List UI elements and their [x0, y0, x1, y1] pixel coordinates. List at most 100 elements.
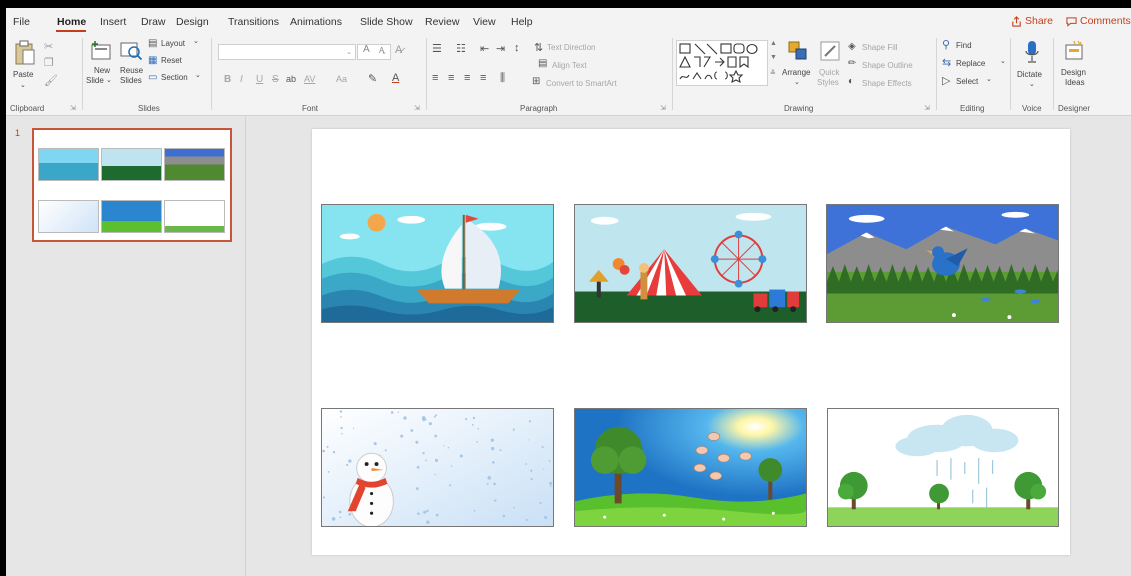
mini-image-rain — [164, 200, 225, 233]
paste-icon — [15, 40, 35, 65]
shrink-font-button[interactable]: A — [379, 46, 384, 55]
bullets-icon[interactable]: ☰ — [432, 42, 442, 55]
tab-help[interactable]: Help — [511, 16, 533, 28]
powerpoint-window: File Home Insert Draw Design Transitions… — [6, 8, 1131, 576]
shape-effects-icon[interactable]: ◐ — [848, 76, 854, 87]
increase-indent-icon[interactable]: ⇥ — [496, 42, 505, 55]
snowflake — [502, 514, 506, 518]
text-direction-icon[interactable]: ⇅ — [534, 41, 543, 54]
font-name-combo[interactable]: ⌄ — [218, 44, 356, 60]
underline-button[interactable]: U — [256, 74, 263, 85]
image-sailboat[interactable] — [321, 204, 554, 323]
shapes-scroll-down-icon[interactable]: ▼ — [770, 54, 777, 61]
clear-formatting-icon[interactable]: A̷ — [395, 44, 402, 56]
shapes-more-icon[interactable]: ≚ — [770, 69, 776, 77]
menu-bar: File Home Insert Draw Design Transitions… — [6, 8, 1131, 34]
columns-icon[interactable]: ⫼ — [500, 72, 505, 85]
tab-insert[interactable]: Insert — [100, 16, 126, 28]
grow-font-button[interactable]: A — [363, 44, 370, 55]
image-meadow[interactable] — [574, 408, 807, 527]
bold-button[interactable]: B — [224, 74, 231, 85]
reuse-slides-button[interactable]: Reuse Slides — [117, 40, 147, 96]
drawing-launcher-icon[interactable]: ⇲ — [924, 104, 930, 112]
decrease-indent-icon[interactable]: ⇤ — [480, 42, 489, 55]
paragraph-group-label: Paragraph — [520, 104, 558, 113]
line-spacing-icon[interactable]: ↕ — [514, 42, 520, 54]
snowflake — [530, 478, 533, 481]
tab-transitions[interactable]: Transitions — [228, 16, 279, 28]
format-painter-icon[interactable]: 🖌 — [44, 74, 58, 87]
align-right-icon[interactable]: ≡ — [464, 72, 470, 84]
shadow-icon[interactable]: ab — [286, 74, 296, 84]
layout-label: Layout — [161, 39, 186, 48]
slide-thumbnail-1[interactable] — [32, 128, 232, 242]
cut-icon[interactable]: ✂ — [44, 40, 53, 53]
shape-fill-icon[interactable]: ◈ — [848, 41, 856, 52]
snowflake — [340, 416, 342, 418]
ribbon-home: Paste ⌄ ✂ ❐ 🖌 Clipboard ⇲ New Slide ⌄ Re… — [6, 34, 1131, 116]
text-direction-label[interactable]: Text Direction — [547, 43, 595, 52]
snowflake — [492, 461, 495, 464]
font-color-icon[interactable]: A — [392, 72, 399, 84]
smartart-icon[interactable]: ⊞ — [532, 76, 540, 87]
new-slide-button[interactable]: New Slide ⌄ — [86, 40, 116, 96]
snowflake — [384, 449, 387, 452]
shape-outline-icon[interactable]: ✏ — [848, 58, 856, 69]
char-spacing-button[interactable]: AV — [304, 74, 315, 84]
align-text-label[interactable]: Align Text — [552, 61, 587, 70]
clipboard-group-label: Clipboard — [10, 104, 45, 113]
snowflake — [428, 422, 432, 426]
slide-canvas[interactable] — [312, 129, 1070, 555]
align-text-icon[interactable]: ▤ — [538, 58, 547, 69]
design-ideas-label-1: Design — [1061, 68, 1086, 77]
image-rain[interactable] — [827, 408, 1059, 527]
dictate-chevron-icon: ⌄ — [1029, 81, 1035, 88]
change-case-button[interactable]: Aa — [336, 74, 347, 84]
new-slide-label-2: Slide — [86, 76, 104, 85]
tab-draw[interactable]: Draw — [141, 16, 166, 28]
snowflake — [476, 441, 478, 443]
tab-file[interactable]: File — [13, 16, 30, 28]
comments-button[interactable]: Comments — [1066, 12, 1131, 30]
numbering-icon[interactable]: ☷ — [456, 42, 466, 55]
design-ideas-button[interactable]: Design Ideas — [1057, 40, 1093, 96]
shape-outline-label[interactable]: Shape Outline — [862, 61, 913, 70]
tab-design[interactable]: Design — [176, 16, 209, 28]
clipboard-launcher-icon[interactable]: ⇲ — [70, 104, 76, 112]
justify-icon[interactable]: ≡ — [480, 72, 486, 84]
tab-view[interactable]: View — [473, 16, 496, 28]
meadow-illustration — [575, 409, 806, 526]
paragraph-launcher-icon[interactable]: ⇲ — [660, 104, 666, 112]
arrange-chevron-icon: ⌄ — [794, 79, 800, 86]
snowflake — [339, 516, 342, 519]
highlight-icon[interactable]: ✎ — [368, 72, 377, 85]
convert-smartart-label[interactable]: Convert to SmartArt — [546, 79, 617, 88]
image-carnival[interactable] — [574, 204, 807, 323]
snowflake — [426, 520, 430, 524]
arrange-button[interactable]: Arrange ⌄ — [780, 40, 816, 96]
align-center-icon[interactable]: ≡ — [448, 72, 454, 84]
snowflake — [346, 463, 349, 467]
align-left-icon[interactable]: ≡ — [432, 72, 438, 84]
shapes-scroll-up-icon[interactable]: ▲ — [770, 40, 777, 47]
paste-button[interactable]: Paste ⌄ — [12, 40, 38, 96]
quick-styles-button[interactable]: Quick Styles — [816, 40, 846, 96]
shapes-gallery[interactable] — [676, 40, 768, 86]
tab-review[interactable]: Review — [425, 16, 459, 28]
tab-home[interactable]: Home — [57, 16, 86, 28]
italic-button[interactable]: I — [240, 74, 243, 85]
image-snowman[interactable] — [321, 408, 554, 527]
dictate-button[interactable]: Dictate ⌄ — [1014, 40, 1050, 96]
shape-fill-label[interactable]: Shape Fill — [862, 43, 898, 52]
tab-animations[interactable]: Animations — [290, 16, 342, 28]
tab-slide-show[interactable]: Slide Show — [360, 16, 413, 28]
shape-effects-label[interactable]: Shape Effects — [862, 79, 912, 88]
copy-icon[interactable]: ❐ — [44, 56, 54, 69]
snowflake — [352, 427, 355, 429]
slide-thumbnails-pane[interactable]: 1 — [6, 117, 246, 576]
font-launcher-icon[interactable]: ⇲ — [414, 104, 420, 112]
sailboat-illustration — [322, 205, 553, 322]
strikethrough-button[interactable]: S — [272, 74, 279, 85]
image-mountain[interactable] — [826, 204, 1059, 323]
share-button[interactable]: Share — [1011, 12, 1053, 30]
